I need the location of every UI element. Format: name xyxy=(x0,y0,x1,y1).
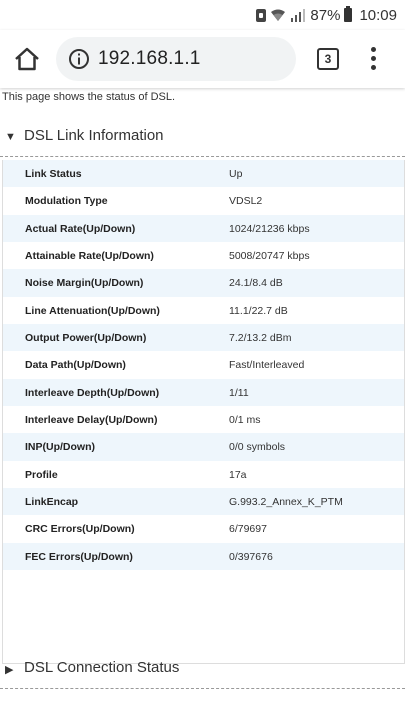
info-icon[interactable] xyxy=(68,48,90,70)
triangle-down-icon: ▼ xyxy=(5,131,16,143)
row-label: Output Power(Up/Down) xyxy=(25,332,147,345)
table-row: Modulation Type VDSL2 xyxy=(3,187,404,214)
battery-icon xyxy=(344,6,353,22)
browser-toolbar: 192.168.1.1 3 xyxy=(0,30,405,88)
row-label: Actual Rate(Up/Down) xyxy=(25,222,136,235)
row-label: Noise Margin(Up/Down) xyxy=(25,277,144,290)
wifi-icon xyxy=(271,9,286,21)
clock: 10:09 xyxy=(359,6,397,24)
sim-icon xyxy=(256,8,267,22)
row-value: Up xyxy=(229,168,243,180)
home-icon[interactable] xyxy=(12,44,42,74)
row-value: 6/79697 xyxy=(229,523,267,536)
table-row: Noise Margin(Up/Down) 24.1/8.4 dB xyxy=(3,269,404,297)
row-value: 7.2/13.2 dBm xyxy=(229,332,292,345)
battery-percent: 87% xyxy=(310,6,341,24)
table-row: INP(Up/Down) 0/0 symbols xyxy=(3,433,404,461)
row-label: Link Status xyxy=(25,168,82,180)
table-row: CRC Errors(Up/Down) 6/79697 xyxy=(3,515,404,542)
tabs-icon[interactable]: 3 xyxy=(317,48,339,70)
table-row: Interleave Depth(Up/Down) 1/11 xyxy=(3,378,404,407)
page-content: This page shows the status of DSL. ▼ DSL… xyxy=(0,88,405,720)
table-row: Data Path(Up/Down) Fast/Interleaved xyxy=(3,351,404,378)
section-title: DSL Link Information xyxy=(24,127,164,144)
row-value: 1/11 xyxy=(229,386,249,399)
row-value: 5008/20747 kbps xyxy=(229,250,310,263)
triangle-right-icon: ▶ xyxy=(5,664,14,676)
status-bar: 87% 10:09 xyxy=(0,0,405,30)
page-intro: This page shows the status of DSL. xyxy=(2,91,176,103)
row-label: Interleave Delay(Up/Down) xyxy=(25,414,158,427)
row-value: Fast/Interleaved xyxy=(229,359,305,372)
row-value: 1024/21236 kbps xyxy=(229,222,310,235)
status-bar-indicators: 87% 10:09 xyxy=(256,5,397,25)
menu-icon[interactable] xyxy=(365,45,381,71)
row-label: Data Path(Up/Down) xyxy=(25,359,126,372)
row-value: 0/397676 xyxy=(229,550,273,563)
table-row: Output Power(Up/Down) 7.2/13.2 dBm xyxy=(3,324,404,352)
row-label: FEC Errors(Up/Down) xyxy=(25,550,133,563)
row-value: 0/1 ms xyxy=(229,414,261,427)
table-row: Line Attenuation(Up/Down) 11.1/22.7 dB xyxy=(3,297,404,324)
row-label: Profile xyxy=(25,468,58,481)
row-value: 24.1/8.4 dB xyxy=(229,277,283,290)
row-value: 11.1/22.7 dB xyxy=(229,304,288,317)
table-row: Link Status Up xyxy=(3,160,404,188)
signal-icon xyxy=(291,9,306,22)
table-row: Actual Rate(Up/Down) 1024/21236 kbps xyxy=(3,214,404,243)
row-label: LinkEncap xyxy=(25,496,79,509)
dsl-link-table: Link Status Up Modulation Type VDSL2 Act… xyxy=(2,160,405,664)
row-label: Modulation Type xyxy=(25,195,108,208)
row-label: Line Attenuation(Up/Down) xyxy=(25,304,160,317)
row-label: Interleave Depth(Up/Down) xyxy=(25,386,160,399)
url-text[interactable]: 192.168.1.1 xyxy=(98,48,201,70)
table-row: FEC Errors(Up/Down) 0/397676 xyxy=(3,542,404,571)
row-label: INP(Up/Down) xyxy=(25,441,95,454)
row-value: 0/0 symbols xyxy=(229,441,286,454)
table-row: Interleave Delay(Up/Down) 0/1 ms xyxy=(3,406,404,433)
row-value: 17a xyxy=(229,468,247,481)
table-row: Profile 17a xyxy=(3,461,404,488)
section-dsl-connection-status[interactable]: ▶ DSL Connection Status xyxy=(0,650,405,689)
row-label: CRC Errors(Up/Down) xyxy=(25,523,135,536)
section-dsl-link-information[interactable]: ▼ DSL Link Information xyxy=(0,118,405,157)
row-value: G.993.2_Annex_K_PTM xyxy=(229,496,343,509)
table-row: LinkEncap G.993.2_Annex_K_PTM xyxy=(3,488,404,516)
row-value: VDSL2 xyxy=(229,195,263,208)
section-title: DSL Connection Status xyxy=(24,659,180,676)
url-bar[interactable]: 192.168.1.1 xyxy=(56,37,296,81)
row-label: Attainable Rate(Up/Down) xyxy=(25,250,154,263)
table-row: Attainable Rate(Up/Down) 5008/20747 kbps xyxy=(3,242,404,269)
